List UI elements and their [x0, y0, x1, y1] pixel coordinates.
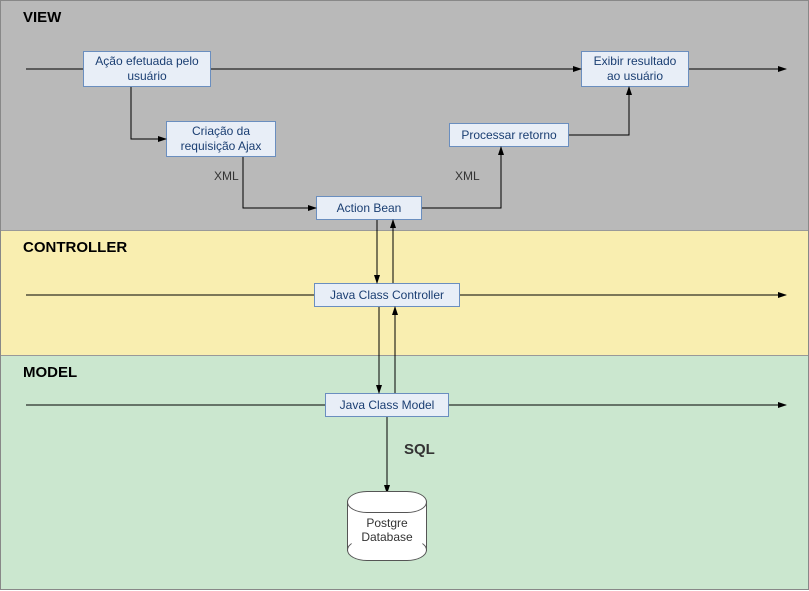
node-database: Postgre Database [347, 491, 427, 561]
node-show-result: Exibir resultado ao usuário [581, 51, 689, 87]
label-xml-up: XML [455, 169, 480, 183]
node-process-return: Processar retorno [449, 123, 569, 147]
node-action-bean: Action Bean [316, 196, 422, 220]
layer-model-title: MODEL [23, 364, 77, 381]
mvc-diagram: VIEW CONTROLLER MODEL Ação efetuada pelo… [0, 0, 809, 590]
label-xml-down: XML [214, 169, 239, 183]
node-model-class: Java Class Model [325, 393, 449, 417]
layer-controller-title: CONTROLLER [23, 239, 127, 256]
node-ajax-request: Criação da requisição Ajax [166, 121, 276, 157]
layer-view-title: VIEW [23, 9, 61, 26]
node-user-action: Ação efetuada pelo usuário [83, 51, 211, 87]
node-controller-class: Java Class Controller [314, 283, 460, 307]
database-label: Postgre Database [347, 516, 427, 545]
label-sql: SQL [404, 441, 435, 458]
